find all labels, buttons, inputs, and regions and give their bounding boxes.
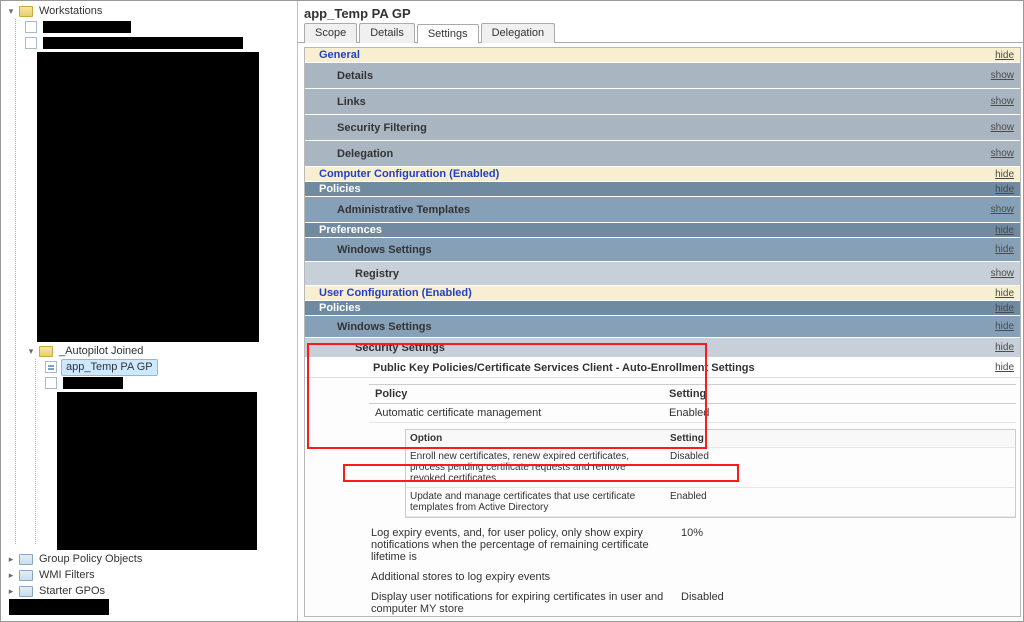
info-text: Additional stores to log expiry events: [371, 571, 681, 583]
option-table: Option Setting Enroll new certificates, …: [405, 429, 1016, 518]
info-value: 10%: [681, 527, 1020, 563]
section-security-filtering[interactable]: Security Filtering: [311, 122, 427, 134]
folder-icon: [19, 586, 33, 597]
redacted-block: [37, 52, 259, 342]
expand-icon[interactable]: ▸: [5, 585, 17, 597]
tree-item-redacted[interactable]: [25, 19, 297, 35]
policy-name: Automatic certificate management: [369, 407, 669, 419]
tab-details[interactable]: Details: [359, 23, 415, 43]
policy-row: Automatic certificate management Enabled: [369, 404, 1016, 423]
toggle-link[interactable]: hide: [995, 225, 1014, 236]
toggle-link[interactable]: show: [991, 96, 1014, 107]
toggle-link[interactable]: hide: [995, 303, 1014, 314]
tree-node-gpo-container[interactable]: ▸ Group Policy Objects: [5, 551, 297, 567]
info-value: Disabled: [681, 591, 1020, 615]
toggle-link[interactable]: hide: [995, 169, 1014, 180]
collapse-icon[interactable]: ▾: [25, 345, 37, 357]
col-option: Option: [410, 433, 670, 444]
section-computer-config[interactable]: Computer Configuration (Enabled): [311, 168, 499, 180]
folder-icon: [19, 554, 33, 565]
toggle-link[interactable]: hide: [995, 342, 1014, 353]
gpo-icon: [25, 21, 37, 33]
tree-node-autopilot[interactable]: ▾ _Autopilot Joined: [25, 343, 297, 359]
tree-node-app-gpo[interactable]: app_Temp PA GP: [45, 359, 297, 375]
tree-label: Workstations: [37, 4, 104, 19]
policy-table: Policy Setting Automatic certificate man…: [369, 384, 1016, 423]
toggle-link[interactable]: hide: [995, 321, 1014, 332]
option-name: Update and manage certificates that use …: [410, 491, 670, 513]
option-value: Enabled: [670, 491, 1011, 513]
gpo-icon: [25, 37, 37, 49]
folder-icon: [19, 570, 33, 581]
tree-label-selected: app_Temp PA GP: [61, 359, 158, 376]
toggle-link[interactable]: hide: [995, 184, 1014, 195]
detail-panel: app_Temp PA GP Scope Details Settings De…: [298, 1, 1023, 621]
toggle-link[interactable]: show: [991, 122, 1014, 133]
option-row: Update and manage certificates that use …: [406, 488, 1015, 517]
info-row: Additional stores to log expiry events: [305, 566, 1020, 586]
collapse-icon[interactable]: ▾: [5, 5, 17, 17]
ou-icon: [39, 346, 53, 357]
info-text: Display user notifications for expiring …: [371, 591, 681, 615]
tab-delegation[interactable]: Delegation: [481, 23, 556, 43]
section-public-key[interactable]: Public Key Policies/Certificate Services…: [311, 362, 755, 374]
ou-icon: [19, 6, 33, 17]
toggle-link[interactable]: hide: [995, 362, 1014, 373]
tab-bar: Scope Details Settings Delegation: [298, 23, 1023, 43]
col-setting: Setting: [669, 388, 819, 400]
section-registry[interactable]: Registry: [311, 268, 399, 280]
toggle-link[interactable]: show: [991, 268, 1014, 279]
col-policy: Policy: [369, 388, 669, 400]
tree-node-starter[interactable]: ▸ Starter GPOs: [5, 583, 297, 599]
info-row: Display user notifications for expiring …: [305, 586, 1020, 616]
section-delegation[interactable]: Delegation: [311, 148, 393, 160]
section-windows-settings[interactable]: Windows Settings: [311, 321, 432, 333]
tree-node-workstations[interactable]: ▾ Workstations: [5, 3, 297, 19]
tab-scope[interactable]: Scope: [304, 23, 357, 43]
policy-value: Enabled: [669, 407, 819, 419]
section-general[interactable]: General: [311, 49, 360, 61]
tree-item-redacted[interactable]: [45, 375, 297, 391]
info-value: [681, 571, 1020, 583]
redacted-block: [57, 392, 257, 550]
redacted-block: [9, 599, 109, 615]
option-row: Enroll new certificates, renew expired c…: [406, 448, 1015, 488]
gpo-title: app_Temp PA GP: [298, 1, 1023, 23]
option-name: Enroll new certificates, renew expired c…: [410, 451, 670, 484]
tree-label: _Autopilot Joined: [57, 344, 145, 359]
info-row: Log expiry events, and, for user policy,…: [305, 522, 1020, 566]
section-preferences[interactable]: Preferences: [311, 224, 382, 236]
tree-item-redacted[interactable]: [25, 35, 297, 51]
info-text: Log expiry events, and, for user policy,…: [371, 527, 681, 563]
section-security-settings[interactable]: Security Settings: [311, 342, 445, 354]
section-admin-templates[interactable]: Administrative Templates: [311, 204, 470, 216]
section-user-config[interactable]: User Configuration (Enabled): [311, 287, 472, 299]
tree-label: WMI Filters: [37, 569, 97, 581]
tree-label: Group Policy Objects: [37, 553, 144, 565]
toggle-link[interactable]: show: [991, 204, 1014, 215]
gpo-icon: [45, 377, 57, 389]
col-setting: Setting: [670, 433, 1011, 444]
section-details[interactable]: Details: [311, 70, 373, 82]
settings-report: General hide Details show Links show Securi…: [304, 47, 1021, 617]
section-windows-settings[interactable]: Windows Settings: [311, 244, 432, 256]
toggle-link[interactable]: hide: [995, 288, 1014, 299]
toggle-link[interactable]: show: [991, 70, 1014, 81]
section-policies[interactable]: Policies: [311, 302, 361, 314]
tree-label: Starter GPOs: [37, 585, 107, 597]
tab-settings[interactable]: Settings: [417, 24, 479, 44]
gpo-link-icon: [45, 361, 57, 373]
tree-node-wmi[interactable]: ▸ WMI Filters: [5, 567, 297, 583]
expand-icon[interactable]: ▸: [5, 569, 17, 581]
expand-icon[interactable]: ▸: [5, 553, 17, 565]
section-links[interactable]: Links: [311, 96, 366, 108]
window: ▾ Workstations ▾ _Autopilot Joined: [0, 0, 1024, 622]
nav-tree[interactable]: ▾ Workstations ▾ _Autopilot Joined: [1, 1, 298, 621]
toggle-link[interactable]: hide: [995, 50, 1014, 61]
toggle-link[interactable]: hide: [995, 244, 1014, 255]
option-value: Disabled: [670, 451, 1011, 484]
section-policies[interactable]: Policies: [311, 183, 361, 195]
toggle-link[interactable]: show: [991, 148, 1014, 159]
